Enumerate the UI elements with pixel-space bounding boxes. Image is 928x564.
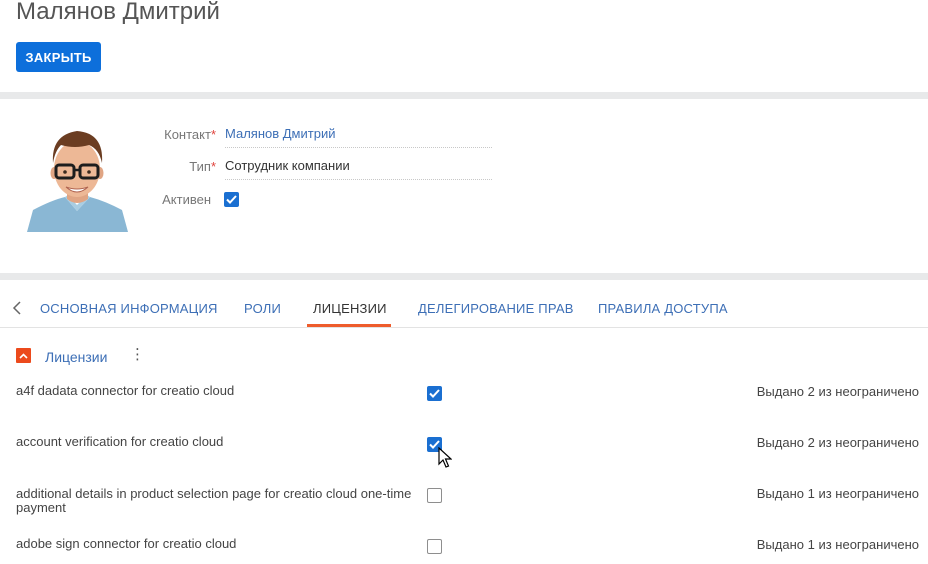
section-title: Лицензии — [45, 349, 108, 365]
license-name: adobe sign connector for creatio cloud — [16, 536, 237, 551]
tab-roles[interactable]: РОЛИ — [244, 301, 281, 316]
license-checkbox[interactable] — [427, 488, 442, 503]
mouse-cursor-icon — [438, 446, 453, 474]
type-label: Тип* — [189, 159, 216, 174]
tab-access-rules[interactable]: ПРАВИЛА ДОСТУПА — [598, 301, 728, 316]
tab-delegation[interactable]: ДЕЛЕГИРОВАНИЕ ПРАВ — [418, 301, 574, 316]
license-name: account verification for creatio cloud — [16, 434, 224, 449]
chevron-left-icon[interactable] — [12, 300, 22, 321]
license-status: Выдано 2 из неограничено — [756, 384, 919, 399]
license-name: additional details in product selection … — [16, 486, 412, 515]
license-status: Выдано 2 из неограничено — [756, 435, 919, 450]
close-button[interactable]: ЗАКРЫТЬ — [16, 42, 101, 72]
page-title: Малянов Дмитрий — [16, 0, 220, 25]
license-checkbox[interactable] — [427, 539, 442, 554]
license-name: a4f dadata connector for creatio cloud — [16, 383, 235, 398]
more-menu-icon[interactable]: ⋮ — [130, 347, 145, 362]
active-label: Активен — [162, 192, 211, 207]
active-checkbox[interactable] — [224, 192, 239, 207]
collapse-toggle[interactable] — [16, 348, 31, 363]
checkmark-icon — [226, 195, 237, 204]
tabs-divider — [0, 327, 928, 328]
license-status: Выдано 1 из неограничено — [756, 486, 919, 501]
license-status: Выдано 1 из неограничено — [756, 537, 919, 552]
tab-licenses[interactable]: ЛИЦЕНЗИИ — [313, 301, 387, 316]
chevron-up-icon — [19, 352, 28, 359]
license-checkbox[interactable] — [427, 386, 442, 401]
type-field[interactable]: Сотрудник компании — [225, 158, 492, 180]
section-divider — [0, 92, 928, 99]
section-divider — [0, 273, 928, 280]
contact-field[interactable]: Малянов Дмитрий — [225, 126, 492, 148]
checkmark-icon — [429, 389, 440, 398]
contact-label: Контакт* — [164, 127, 216, 142]
tab-main-info[interactable]: ОСНОВНАЯ ИНФОРМАЦИЯ — [40, 301, 218, 316]
